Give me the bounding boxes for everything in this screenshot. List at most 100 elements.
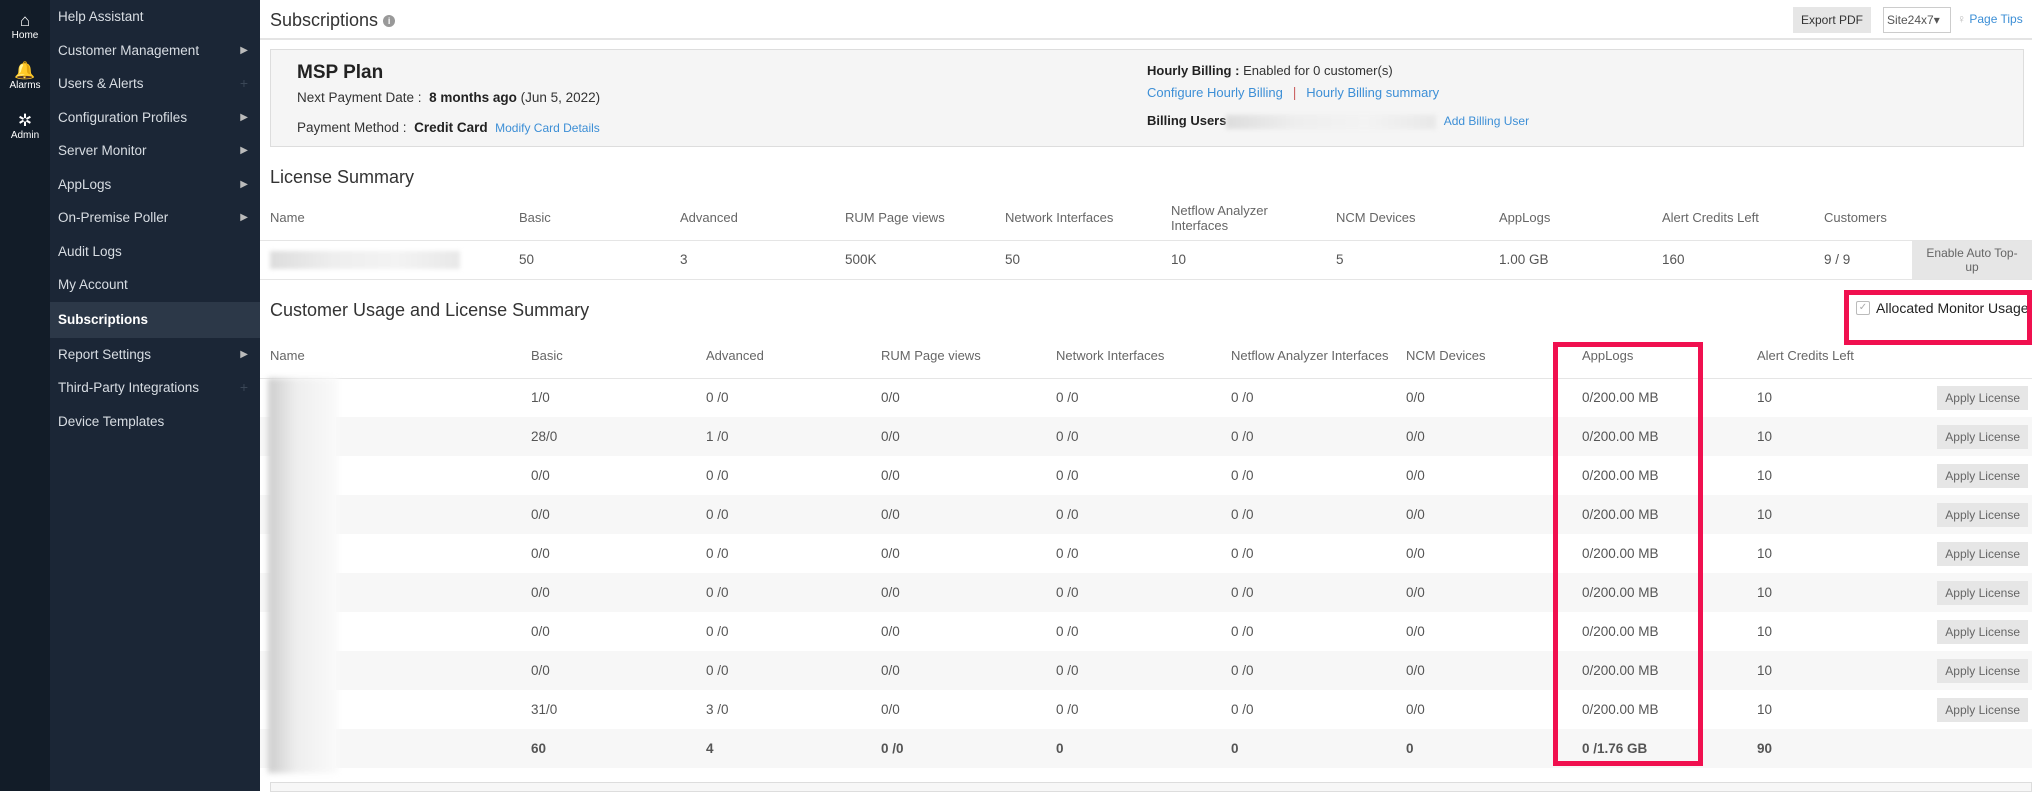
column-header: Name: [260, 196, 509, 241]
table-cell: 10: [1757, 624, 1773, 639]
sidebar-item-label: On-Premise Poller: [58, 210, 169, 225]
sidebar-item-label: Customer Management: [58, 42, 200, 58]
customer-usage-title: Customer Usage and License Summary: [270, 300, 590, 320]
table-cell: 0 /0: [1046, 573, 1221, 612]
table-row: 0/0 0 /0 0/0 0 /0 0 /0 0/0 0/200.00 MB 10 Apply …: [260, 495, 2032, 534]
caret-right-icon: ▶: [240, 111, 248, 123]
add-billing-user-link[interactable]: Add Billing User: [1444, 114, 1529, 128]
table-cell: 0 /0: [1056, 390, 1079, 406]
total-cell: [1924, 729, 2032, 768]
table-cell: 0/0: [1396, 573, 1572, 612]
table-cell: 10: [1757, 546, 1773, 561]
redacted-billing-users: [1226, 114, 1437, 129]
site-select[interactable]: Site24x7▾: [1883, 7, 1951, 33]
caret-right-icon: ▶: [240, 145, 248, 156]
sidebar: Help Assistant Customer Management ▶ Users …: [50, 0, 260, 791]
table-cell: 0 /0: [706, 390, 729, 406]
sidebar-item-label: Audit Logs: [58, 243, 122, 259]
column-header: Advanced: [670, 196, 835, 241]
caret-right-icon: ▶: [240, 44, 248, 56]
table-row: 0/0 0 /0 0/0 0 /0 0 /0 0/0 0/200.00 MB 10 Apply …: [260, 573, 2032, 612]
apply-license-button[interactable]: Apply License: [1937, 385, 2028, 410]
apply-license-button[interactable]: Apply License: [1937, 502, 2028, 527]
table-cell: 0 /0: [706, 624, 729, 639]
apply-license-button[interactable]: Apply License: [1937, 541, 2028, 566]
table-cell: 5: [1326, 240, 1489, 280]
table-cell: 10: [1757, 390, 1773, 406]
apply-license-button[interactable]: Apply License: [1937, 619, 2028, 644]
column-header: Advanced: [696, 334, 871, 379]
sidebar-item-subscriptions[interactable]: Subscriptions: [50, 301, 260, 338]
next-payment-date: (Jun 5, 2022): [520, 90, 601, 105]
apply-license-button[interactable]: Apply License: [1937, 424, 2028, 449]
table-cell: 50: [995, 240, 1161, 280]
apply-license-button[interactable]: Apply License: [1937, 658, 2028, 683]
table-cell: 0/0: [1406, 546, 1425, 561]
table-row: 0/0 0 /0 0/0 0 /0 0 /0 0/0 0/200.00 MB 10 Apply …: [260, 534, 2032, 573]
sidebar-item-help-assistant[interactable]: Help Assistant: [50, 0, 260, 34]
sidebar-item-device-templates[interactable]: Device Templates: [50, 405, 260, 439]
table-cell: 10: [1757, 468, 1773, 483]
table-cell: 0/0: [881, 468, 900, 483]
table-cell: 0 /0: [1221, 651, 1396, 690]
table-cell: 160: [1652, 240, 1814, 280]
caret-down-icon: ▾: [1933, 13, 1940, 27]
configure-hourly-billing-link[interactable]: Configure Hourly Billing: [1147, 85, 1283, 100]
sidebar-item-applogs[interactable]: AppLogs ▶: [50, 168, 260, 202]
caret-right-icon: ▶: [240, 212, 248, 223]
apply-license-button[interactable]: Apply License: [1937, 697, 2028, 722]
plan-name: MSP Plan: [297, 62, 384, 83]
info-icon[interactable]: i: [383, 15, 396, 28]
table-cell: 0/0: [1396, 417, 1572, 456]
apply-license-button[interactable]: Apply License: [1937, 463, 2028, 488]
page-header: Subscriptions i Export PDF Site24x7▾ ♀ P…: [260, 0, 2032, 40]
sidebar-item-configuration-profiles[interactable]: Configuration Profiles ▶: [50, 101, 260, 135]
total-cell: 0 /0: [871, 729, 1046, 768]
sidebar-item-on-premise-poller[interactable]: On-Premise Poller ▶: [50, 201, 260, 235]
table-cell: 3 /0: [706, 702, 729, 717]
billing-users-label: Billing Users: [1147, 113, 1227, 128]
sidebar-item-audit-logs[interactable]: Audit Logs: [50, 235, 260, 269]
iconbar-alarms[interactable]: 🔔 Alarms: [0, 50, 50, 100]
iconbar-admin[interactable]: ✲ Admin: [0, 100, 50, 150]
iconbar-home[interactable]: ⌂ Home: [0, 0, 50, 50]
column-header: Customers: [1814, 196, 1902, 241]
table-cell: 0/0: [1406, 624, 1425, 639]
column-header: Network Interfaces: [1046, 334, 1221, 379]
enable-auto-topup-button[interactable]: Enable Auto Top-up: [1912, 240, 2032, 279]
sidebar-item-server-monitor[interactable]: Server Monitor ▶: [50, 134, 260, 168]
table-cell: 0/0: [531, 468, 550, 483]
table-cell: 1 /0: [696, 417, 871, 456]
table-cell: 0/0: [1406, 390, 1425, 406]
icon-bar: ⌂ Home 🔔 Alarms ✲ Admin: [0, 0, 50, 791]
apply-license-button[interactable]: Apply License: [1937, 580, 2028, 605]
table-cell: 0 /0: [696, 651, 871, 690]
hourly-billing-summary-link[interactable]: Hourly Billing summary: [1306, 85, 1439, 100]
table-cell: 50: [509, 240, 670, 280]
page-tips-link[interactable]: ♀ Page Tips: [1957, 12, 2023, 26]
sidebar-item-third-party-integrations[interactable]: Third-Party Integrations +: [50, 371, 260, 405]
gear-icon: ✲: [17, 111, 33, 130]
iconbar-label: Admin: [10, 130, 40, 141]
modify-card-link[interactable]: Modify Card Details: [495, 121, 600, 135]
plus-icon: +: [239, 75, 248, 91]
table-cell: 0 /0: [1221, 417, 1396, 456]
table-cell: [260, 240, 509, 280]
sidebar-item-my-account[interactable]: My Account: [50, 268, 260, 302]
table-cell: Apply License: [1924, 651, 2032, 690]
column-header: NCM Devices: [1396, 334, 1572, 379]
license-summary-title: License Summary: [270, 167, 415, 187]
table-cell: 0/0: [871, 495, 1046, 534]
sidebar-item-label: Help Assistant: [58, 9, 144, 24]
sidebar-item-label: AppLogs: [58, 176, 112, 192]
sidebar-item-customer-management[interactable]: Customer Management ▶: [50, 34, 260, 68]
export-pdf-button[interactable]: Export PDF: [1793, 7, 1871, 33]
table-row: 31/0 3 /0 0/0 0 /0 0 /0 0/0 0/200.00 MB 10 Apply…: [260, 690, 2032, 729]
column-header: Alert Credits Left: [1652, 196, 1814, 241]
license-summary-table: Name Basic Advanced RUM Page views Network I…: [260, 196, 2032, 280]
table-cell: 0/0: [521, 495, 696, 534]
table-cell: 0/0: [1396, 651, 1572, 690]
sidebar-item-report-settings[interactable]: Report Settings ▶: [50, 338, 260, 372]
sidebar-item-users-alerts[interactable]: Users & Alerts +: [50, 67, 260, 101]
table-cell: 0 /0: [1056, 468, 1079, 483]
